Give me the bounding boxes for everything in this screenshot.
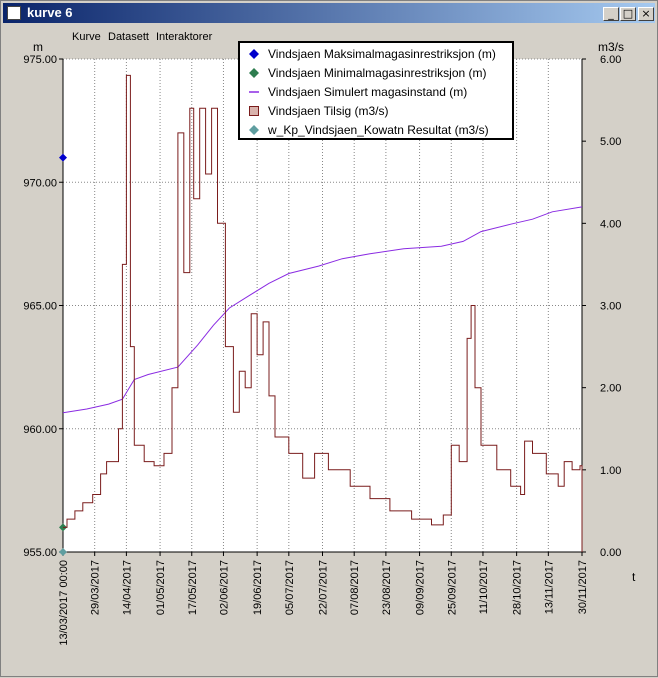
legend-label: Vindsjaen Tilsig (m3/s): [268, 102, 389, 120]
x-tick-label: 05/07/2017: [284, 560, 296, 615]
x-tick-label: 01/05/2017: [155, 560, 167, 615]
diamond-icon: [249, 125, 259, 135]
y-right-tick-label: 2.00: [600, 383, 621, 395]
x-tick-label: 07/08/2017: [349, 560, 361, 615]
diamond-icon: [249, 68, 259, 78]
x-tick-label: 22/07/2017: [318, 560, 330, 615]
legend-label: Vindsjaen Simulert magasinstand (m): [268, 83, 467, 101]
x-tick-label: 13/11/2017: [543, 560, 555, 614]
x-tick-label: 30/11/2017: [577, 560, 589, 614]
x-tick-label: 25/09/2017: [446, 560, 458, 615]
y-right-tick-label: 5.00: [600, 136, 621, 148]
square-icon: [249, 106, 259, 116]
legend-label: w_Kp_Vindsjaen_Kowatn Resultat (m3/s): [268, 121, 489, 139]
x-tick-label: 23/08/2017: [381, 560, 393, 615]
x-tick-label: 13/03/2017 00:00: [58, 560, 70, 646]
x-tick-label: 09/09/2017: [415, 560, 427, 615]
y-right-tick-label: 4.00: [600, 218, 621, 230]
x-tick-label: 02/06/2017: [218, 560, 230, 615]
y-left-unit-label: m: [33, 40, 43, 54]
x-tick-label: 29/03/2017: [90, 560, 102, 615]
legend-label: Vindsjaen Maksimalmagasinrestriksjon (m): [268, 45, 496, 63]
x-tick-label: 17/05/2017: [187, 560, 199, 615]
series-4-marker: [59, 548, 67, 556]
y-left-tick-label: 965.00: [23, 301, 57, 313]
x-tick-label: 28/10/2017: [512, 560, 524, 615]
chart-legend[interactable]: Vindsjaen Maksimalmagasinrestriksjon (m)…: [238, 41, 514, 140]
y-left-tick-label: 960.00: [23, 424, 57, 436]
series-2-line: [63, 207, 582, 413]
y-left-tick-label: 975.00: [23, 54, 57, 66]
y-right-tick-label: 1.00: [600, 465, 621, 477]
line-icon: [249, 87, 259, 97]
y-right-tick-label: 0.00: [600, 547, 621, 559]
chart-window: kurve 6 _ □ × Kurve Datasett Interaktore…: [0, 0, 658, 677]
x-tick-label: 14/04/2017: [121, 560, 133, 615]
legend-label: Vindsjaen Minimalmagasinrestriksjon (m): [268, 64, 487, 82]
x-tick-label: 11/10/2017: [478, 560, 490, 614]
y-left-tick-label: 970.00: [23, 177, 57, 189]
y-right-tick-label: 6.00: [600, 54, 621, 66]
y-left-tick-label: 955.00: [23, 547, 57, 559]
diamond-icon: [249, 49, 259, 59]
y-right-unit-label: m3/s: [598, 40, 624, 54]
x-unit-label: t: [632, 570, 636, 584]
y-right-tick-label: 3.00: [600, 301, 621, 313]
x-tick-label: 19/06/2017: [252, 560, 264, 615]
series-0-marker: [59, 154, 67, 162]
